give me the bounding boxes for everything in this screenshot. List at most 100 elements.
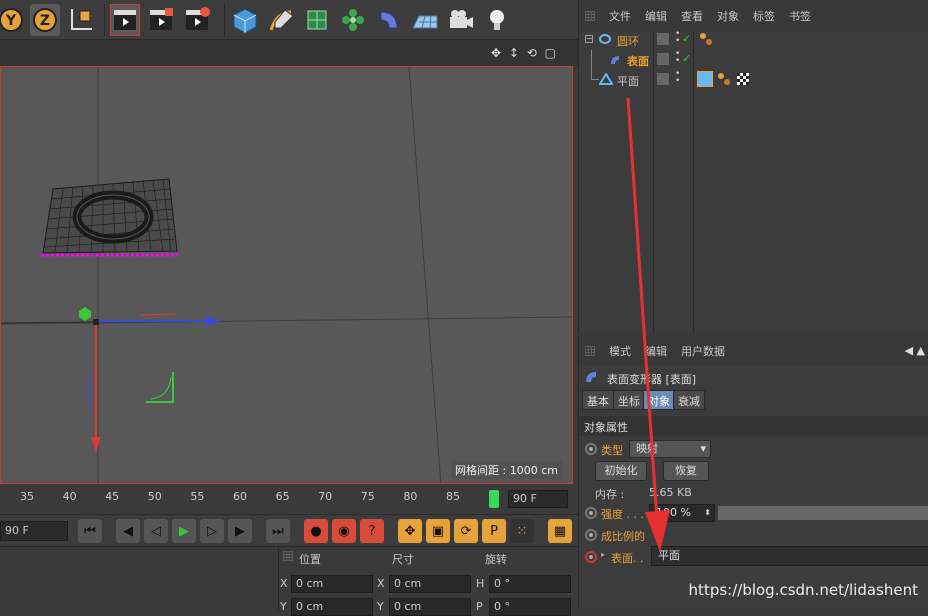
object-name[interactable]: 平面 bbox=[617, 73, 639, 89]
visibility-dots[interactable]: • • bbox=[675, 70, 680, 86]
tab-falloff[interactable]: 衰减 bbox=[673, 390, 705, 410]
camera-icon[interactable] bbox=[446, 4, 476, 36]
expand-arrow-icon[interactable]: ▸ bbox=[601, 550, 605, 559]
visibility-dots[interactable]: • • bbox=[675, 50, 680, 66]
light-icon[interactable] bbox=[482, 4, 512, 36]
position-key-icon[interactable]: ✥ bbox=[398, 519, 422, 543]
type-label: 类型 bbox=[601, 444, 623, 457]
record-keys-icon[interactable]: ● bbox=[304, 519, 328, 543]
strength-field[interactable]: 100 % ⬍ bbox=[649, 504, 715, 522]
timeline-end-frame-field[interactable]: 90 F bbox=[508, 490, 568, 508]
material-tag-icon[interactable] bbox=[699, 32, 713, 49]
cube-icon[interactable] bbox=[230, 4, 260, 36]
object-name[interactable]: 圆环 bbox=[617, 33, 639, 49]
object-manager: 文件 编辑 查看 对象 标签 书签 − 圆环 • • ✓ 表面 • • ✓ 平面 •… bbox=[578, 0, 928, 334]
timeline-end-marker[interactable] bbox=[489, 490, 499, 508]
object-title: 表面变形器 [表面] bbox=[607, 373, 697, 386]
header-rotation: 旋转 bbox=[485, 553, 507, 566]
x-position-field[interactable]: 0 cm bbox=[291, 575, 373, 593]
menu-tags[interactable]: 标签 bbox=[753, 8, 775, 24]
h-rotation-field[interactable]: 0 ° bbox=[489, 575, 571, 593]
watermark: https://blog.csdn.net/lidashent bbox=[688, 581, 918, 599]
p-rotation-field[interactable]: 0 ° bbox=[489, 598, 571, 616]
type-dropdown[interactable]: 映射 ▾ bbox=[629, 440, 711, 458]
keyframe-radio-type[interactable] bbox=[585, 443, 597, 455]
render-picture-viewer-icon[interactable] bbox=[146, 4, 176, 36]
keyframe-radio-surface[interactable] bbox=[585, 551, 597, 563]
render-view-icon[interactable] bbox=[110, 4, 140, 36]
strength-slider[interactable] bbox=[718, 506, 928, 520]
deformer-bend-icon[interactable] bbox=[374, 4, 404, 36]
menu-objects[interactable]: 对象 bbox=[717, 8, 739, 24]
menu-edit[interactable]: 编辑 bbox=[645, 8, 667, 24]
menu-mode[interactable]: 模式 bbox=[609, 343, 631, 359]
x-size-field[interactable]: 0 cm bbox=[389, 575, 471, 593]
header-size: 尺寸 bbox=[392, 553, 414, 566]
keyframe-selection-icon[interactable]: ? bbox=[360, 519, 384, 543]
next-key-button[interactable]: ▶ bbox=[228, 519, 252, 543]
coordinates-manager: 位置 尺寸 旋转 X 0 cm X 0 cm H 0 ° Y 0 cm Y 0 … bbox=[0, 546, 578, 616]
grid-spacing-readout: 网格间距 : 1000 cm bbox=[451, 461, 562, 479]
go-to-start-button[interactable]: ⏮ bbox=[78, 519, 102, 543]
surface-label: 表面. . bbox=[611, 552, 644, 565]
rotation-key-icon[interactable]: ⟳ bbox=[454, 519, 478, 543]
pen-spline-icon[interactable] bbox=[266, 4, 296, 36]
texture-tag-icon[interactable] bbox=[737, 73, 749, 85]
enabled-check-icon[interactable]: ✓ bbox=[682, 32, 691, 45]
tab-object[interactable]: 对象 bbox=[643, 390, 675, 410]
section-title: 对象属性 bbox=[579, 416, 928, 436]
timeline-ruler[interactable]: 35 40 45 50 55 60 65 70 75 80 85 90 F bbox=[0, 486, 578, 514]
y-size-field[interactable]: 0 cm bbox=[389, 598, 471, 616]
z-axis-toggle[interactable]: Z bbox=[30, 4, 60, 36]
scale-key-icon[interactable]: ▣ bbox=[426, 519, 450, 543]
previous-key-button[interactable]: ◀ bbox=[116, 519, 140, 543]
menu-view[interactable]: 查看 bbox=[681, 8, 703, 24]
render-settings-icon[interactable] bbox=[182, 4, 212, 36]
uvw-tag-icon[interactable] bbox=[697, 71, 713, 87]
init-button[interactable]: 初始化 bbox=[595, 461, 647, 481]
current-frame-field[interactable]: 90 F bbox=[0, 521, 68, 541]
enabled-check-icon[interactable]: ✓ bbox=[682, 52, 691, 65]
play-button[interactable]: ▶ bbox=[172, 519, 196, 543]
keyframe-radio-proportional[interactable] bbox=[585, 529, 597, 541]
keyframe-radio-strength[interactable] bbox=[585, 507, 597, 519]
collapse-toggle[interactable]: − bbox=[585, 35, 593, 43]
timeline-tick-label: 50 bbox=[147, 490, 162, 503]
viewport-nav-icons[interactable]: ✥ ↕ ⟲ ▢ bbox=[491, 46, 558, 60]
timeline-window-icon[interactable]: ▦ bbox=[548, 519, 572, 543]
subdivision-icon[interactable] bbox=[302, 4, 332, 36]
tab-basic[interactable]: 基本 bbox=[582, 390, 614, 410]
timeline-tick-label: 40 bbox=[62, 490, 77, 503]
menu-bookmarks[interactable]: 书签 bbox=[789, 8, 811, 24]
material-tag-icon[interactable] bbox=[717, 72, 731, 89]
next-frame-button[interactable]: ▷ bbox=[200, 519, 224, 543]
object-row-plane[interactable]: 平面 • • bbox=[579, 50, 928, 90]
memory-label: 内存 : bbox=[595, 488, 625, 501]
object-name[interactable]: 表面 bbox=[627, 53, 649, 69]
menu-file[interactable]: 文件 bbox=[609, 8, 631, 24]
y-axis-toggle[interactable]: Y bbox=[0, 4, 24, 36]
go-to-end-button[interactable]: ⏭ bbox=[266, 519, 290, 543]
layer-icon[interactable] bbox=[657, 33, 669, 45]
tab-coord[interactable]: 坐标 bbox=[613, 390, 645, 410]
restore-button[interactable]: 恢复 bbox=[663, 461, 709, 481]
parameter-key-icon[interactable]: P bbox=[482, 519, 506, 543]
previous-frame-button[interactable]: ◁ bbox=[144, 519, 168, 543]
layer-icon[interactable] bbox=[657, 73, 669, 85]
object-row-torus[interactable]: − 圆环 • • ✓ bbox=[579, 30, 928, 50]
cloner-icon[interactable] bbox=[338, 4, 368, 36]
y-size-label: Y bbox=[377, 600, 384, 613]
surface-link-field[interactable]: 平面 bbox=[651, 546, 928, 566]
menu-user-data[interactable]: 用户数据 bbox=[681, 343, 725, 359]
layer-icon[interactable] bbox=[657, 53, 669, 65]
y-position-field[interactable]: 0 cm bbox=[291, 598, 373, 616]
floor-icon[interactable] bbox=[410, 4, 440, 36]
coordinate-system-icon[interactable] bbox=[66, 4, 96, 36]
visibility-dots[interactable]: • • bbox=[675, 30, 680, 46]
object-row-surface-deformer[interactable]: 表面 • • ✓ bbox=[579, 50, 928, 70]
back-forward-arrows-icon[interactable]: ◀ ▲ bbox=[905, 344, 925, 357]
viewport-3d[interactable]: 网格间距 : 1000 cm bbox=[0, 66, 573, 484]
pla-key-icon[interactable]: ⁙ bbox=[510, 519, 534, 543]
autokey-icon[interactable]: ◉ bbox=[332, 519, 356, 543]
menu-edit[interactable]: 编辑 bbox=[645, 343, 667, 359]
